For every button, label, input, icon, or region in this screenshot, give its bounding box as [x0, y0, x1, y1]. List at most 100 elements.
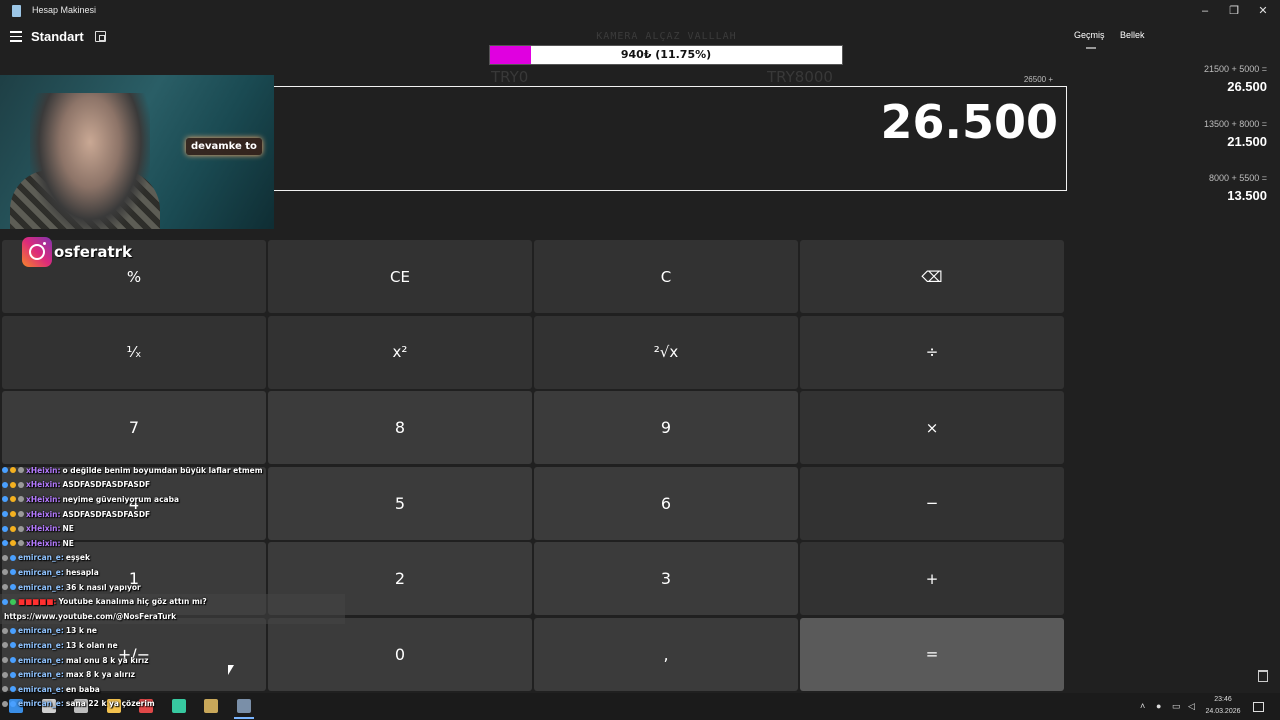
digit-7-button[interactable]: 7: [2, 391, 266, 464]
chat-badge-icon: [10, 481, 16, 488]
chat-badge-icon: [10, 569, 16, 576]
chat-badge-icon: [18, 511, 24, 518]
square-root-button[interactable]: ²√x: [534, 315, 798, 389]
digit-3-button[interactable]: 3: [534, 542, 798, 615]
history-item[interactable]: 13500 + 8000 = 21.500: [1204, 119, 1267, 149]
chat-username: xHeixin: [26, 538, 58, 548]
trash-icon[interactable]: [1258, 670, 1268, 682]
chat-badge-icon: [10, 467, 16, 474]
chat-badge-icon: [2, 540, 8, 547]
chat-message: xHeixin: o değilde benim boyumdan büyük l…: [0, 463, 350, 478]
history-expression: 13500 + 8000 =: [1203, 119, 1267, 129]
clear-button[interactable]: C: [534, 240, 798, 313]
subtract-button[interactable]: −: [800, 466, 1064, 540]
add-button[interactable]: +: [800, 542, 1064, 615]
tab-history[interactable]: Geçmiş: [1074, 30, 1105, 40]
webcam-person: [30, 93, 150, 229]
chat-badge-icon: [18, 540, 24, 547]
digit-6-button[interactable]: 6: [534, 466, 798, 540]
close-button[interactable]: ✕: [1248, 2, 1278, 20]
chat-username: emircan_e: [18, 626, 61, 636]
clear-entry-label: CE: [390, 267, 410, 286]
square-root-label: ²√x: [653, 343, 679, 361]
chat-text: ASDFASDFASDFASDF: [62, 480, 151, 490]
digit-8-button[interactable]: 8: [268, 391, 532, 464]
chat-badge-icon: [2, 627, 8, 634]
history-result: 13.500: [1227, 188, 1267, 203]
tray-chevron-icon[interactable]: ˄: [1140, 702, 1149, 711]
notification-icon[interactable]: [1253, 702, 1264, 712]
minimize-button[interactable]: –: [1190, 2, 1220, 20]
chat-separator: :: [57, 480, 61, 490]
digit-6-label: 6: [660, 493, 672, 513]
chat-badge-icon: [2, 496, 8, 503]
chat-badge-icon: [2, 525, 8, 532]
chat-message: emircan_e:13 k ne: [0, 624, 350, 639]
reciprocal-label: ¹⁄ₓ: [126, 343, 142, 361]
digit-5-label: 5: [394, 493, 406, 513]
subtract-label: −: [925, 494, 939, 512]
chat-link[interactable]: https://www.youtube.com/@NosFeraTurk: [0, 612, 176, 621]
digit-8-label: 8: [394, 418, 406, 437]
tab-memory[interactable]: Bellek: [1120, 30, 1145, 40]
backspace-button[interactable]: ⌫: [800, 240, 1064, 313]
clear-entry-button[interactable]: CE: [268, 240, 532, 313]
chat-separator: :: [57, 509, 61, 519]
chat-separator: :: [60, 582, 64, 592]
chat-username: emircan_e: [18, 655, 61, 665]
chat-badge-icon: [2, 569, 8, 576]
chat-username: xHeixin: [26, 480, 58, 490]
divide-button[interactable]: ÷: [800, 315, 1064, 389]
maximize-button[interactable]: ❐: [1219, 2, 1249, 20]
chat-username: emircan_e: [18, 684, 61, 694]
multiply-button[interactable]: ×: [800, 391, 1064, 464]
chat-message: xHeixin: ASDFASDFASDFASDF: [0, 507, 350, 522]
chat-badge-icon: [10, 584, 16, 591]
network-icon[interactable]: ▭: [1172, 702, 1181, 711]
goal-min-label: TRY0: [491, 68, 529, 86]
mode-title: Standart: [31, 29, 84, 44]
history-item[interactable]: 21500 + 5000 = 26.500: [1204, 64, 1267, 94]
history-result: 21.500: [1227, 134, 1267, 149]
chat-separator: :: [60, 640, 64, 650]
chat-text: NE: [62, 524, 74, 534]
chat-separator: :: [60, 655, 64, 665]
clock-date[interactable]: 24.03.2026: [1203, 708, 1243, 715]
chat-separator: :: [60, 670, 64, 680]
chat-message: ■■■■■: Youtube kanalıma hiç göz attın mı?: [0, 594, 345, 609]
chat-message: emircan_e: en baba: [0, 682, 350, 697]
chat-badge-icon: [10, 627, 16, 634]
equals-button[interactable]: =: [800, 617, 1064, 691]
clock-time[interactable]: 23:46: [1203, 696, 1243, 703]
instagram-name: osferatrk: [54, 243, 132, 261]
chat-badge-icon: [2, 700, 8, 707]
chat-badge-icon: [10, 540, 16, 547]
chat-text: eşşek: [65, 553, 90, 563]
divide-label: ÷: [925, 343, 939, 361]
reciprocal-button[interactable]: ¹⁄ₓ: [2, 315, 266, 389]
calculator-window: Hesap Makinesi – ❐ ✕ Standart KAMERA ALÇ…: [0, 0, 1280, 720]
decimal-button[interactable]: ,: [534, 617, 798, 691]
menu-icon[interactable]: [10, 31, 22, 43]
instagram-handle: osferatrk: [22, 236, 132, 268]
keep-on-top-icon[interactable]: [95, 31, 106, 42]
expression-display: 26500 +: [1023, 75, 1053, 84]
volume-icon[interactable]: ◁: [1188, 702, 1197, 711]
digit-9-button[interactable]: 9: [534, 391, 798, 464]
chat-badge-icon: [10, 657, 16, 664]
chat-text: 13 k olan ne: [65, 640, 118, 650]
chat-badge-icon: [10, 598, 16, 605]
donation-goal-text: 940₺ (11.75%): [620, 48, 712, 61]
chat-text: Youtube kanalıma hiç göz attın mı?: [58, 597, 207, 607]
digit-0-label: 0: [394, 644, 406, 664]
chat-username: emircan_e: [18, 582, 61, 592]
chat-separator: :: [60, 684, 64, 694]
history-expression: 8000 + 5500 =: [1208, 173, 1267, 183]
square-button[interactable]: x²: [268, 315, 532, 389]
chat-badge-icon: [18, 496, 24, 503]
backspace-label: ⌫: [921, 267, 943, 286]
microphone-icon[interactable]: ●: [1156, 702, 1165, 711]
chat-username: xHeixin: [26, 524, 58, 534]
chat-separator: :: [60, 626, 64, 636]
history-item[interactable]: 8000 + 5500 = 13.500: [1209, 173, 1267, 203]
